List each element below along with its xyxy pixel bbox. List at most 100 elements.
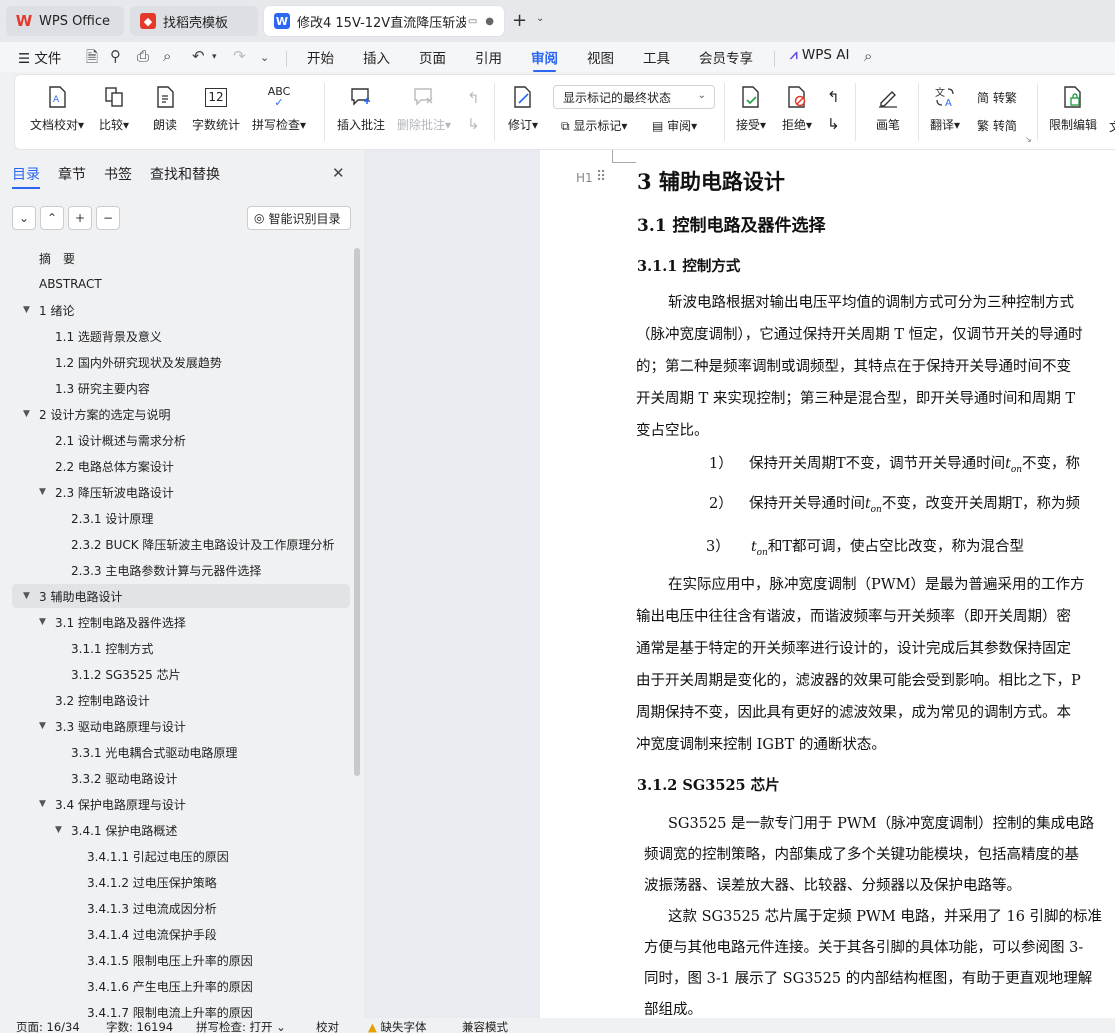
translate-button[interactable]: 文A 翻译▾	[930, 83, 960, 133]
toc-item[interactable]: 摘 要	[12, 246, 350, 270]
tab-toc[interactable]: 目录	[12, 164, 40, 189]
toc-item[interactable]: 2.1 设计概述与需求分析	[12, 428, 350, 452]
toc-item[interactable]: 1.3 研究主要内容	[12, 376, 350, 400]
page-indicator[interactable]: 页面: 16/34	[16, 1019, 80, 1033]
review-pane-button[interactable]: ▤ 审阅▾	[652, 117, 697, 134]
menu-view[interactable]: 视图	[587, 47, 614, 67]
expand-triangle-icon[interactable]: ▼	[23, 591, 30, 601]
toc-item[interactable]: ▼ 2 设计方案的选定与说明	[12, 402, 350, 426]
print-icon[interactable]: ⎙	[137, 47, 149, 65]
compare-button[interactable]: 比较▾	[99, 83, 129, 133]
pen-button[interactable]: 画笔	[874, 83, 902, 133]
toc-item[interactable]: 1.1 选题背景及意义	[12, 324, 350, 348]
toc-item[interactable]: 2.3.3 主电路参数计算与元器件选择	[12, 558, 350, 582]
toc-item[interactable]: ▼ 3.3 驱动电路原理与设计	[12, 714, 350, 738]
toc-item[interactable]: 3.4.1.2 过电压保护策略	[12, 870, 350, 894]
spell-check-status[interactable]: 拼写检查: 打开 ⌄	[196, 1019, 286, 1033]
smart-toc-button[interactable]: ◎ 智能识别目录	[247, 206, 351, 230]
word-count-indicator[interactable]: 字数: 16194	[106, 1019, 173, 1033]
expand-triangle-icon[interactable]: ▼	[39, 721, 46, 731]
chevron-down-icon[interactable]: ⌄	[536, 13, 544, 24]
insert-comment-button[interactable]: 插入批注	[337, 83, 385, 133]
prev-comment-icon[interactable]: ↰	[467, 89, 480, 107]
menu-home[interactable]: 开始	[307, 47, 334, 67]
expand-button[interactable]: ⌃	[40, 206, 64, 230]
toc-item[interactable]: 2.3.1 设计原理	[12, 506, 350, 530]
toc-item[interactable]: ▼ 3.1 控制电路及器件选择	[12, 610, 350, 634]
tab-current-document[interactable]: W 修改4 15V-12V直流降压斩波E ▭ ●	[264, 6, 504, 36]
toc-item[interactable]: 3.4.1.3 过电流成因分析	[12, 896, 350, 920]
menu-file[interactable]: ☰ 文件	[18, 47, 61, 67]
wps-ai-button[interactable]: ⩘ WPS AI	[790, 47, 850, 63]
tab-chapters[interactable]: 章节	[58, 164, 86, 184]
toc-item[interactable]: ▼ 3.4.1 保护电路概述	[12, 818, 350, 842]
missing-font-status[interactable]: ▲ 缺失字体	[368, 1019, 427, 1033]
toc-item[interactable]: ▼ 3 辅助电路设计	[12, 584, 350, 608]
tab-wps-office[interactable]: W WPS Office	[6, 6, 124, 36]
search-icon[interactable]: ⌕	[864, 47, 872, 65]
toc-item[interactable]: 3.1.1 控制方式	[12, 636, 350, 660]
toc-item[interactable]: 3.3.1 光电耦合式驱动电路原理	[12, 740, 350, 764]
toc-item[interactable]: ▼ 3.4 保护电路原理与设计	[12, 792, 350, 816]
doc-check-button[interactable]: A 文档校对▾	[30, 83, 84, 133]
dialog-launcher-icon[interactable]: ↘	[1025, 135, 1032, 144]
toc-item[interactable]: 3.1.2 SG3525 芯片	[12, 662, 350, 686]
toc-item[interactable]: ▼ 1 绪论	[12, 298, 350, 322]
tab-bookmarks[interactable]: 书签	[104, 164, 132, 184]
toc-item[interactable]: 3.4.1.5 限制电压上升率的原因	[12, 948, 350, 972]
menu-tools[interactable]: 工具	[643, 47, 670, 67]
expand-triangle-icon[interactable]: ▼	[55, 825, 62, 835]
prev-change-icon[interactable]: ↰	[827, 88, 840, 106]
close-icon[interactable]: ✕	[332, 164, 345, 182]
toc-item[interactable]: 2.3.2 BUCK 降压斩波主电路设计及工作原理分析	[12, 532, 350, 556]
more-quick-icon[interactable]: ⌄	[260, 51, 269, 64]
document-page[interactable]: H1 ⠿ 3 辅助电路设计 3.1 控制电路及器件选择 3.1.1 控制方式 斩…	[540, 150, 1115, 1018]
expand-triangle-icon[interactable]: ▼	[23, 409, 30, 419]
expand-triangle-icon[interactable]: ▼	[39, 617, 46, 627]
undo-dropdown-icon[interactable]: ▾	[212, 52, 217, 62]
save-icon[interactable]: 🗎	[86, 47, 98, 72]
reject-button[interactable]: 拒绝▾	[782, 83, 812, 133]
toc-scrollbar[interactable]	[354, 248, 360, 776]
remove-level-button[interactable]: −	[96, 206, 120, 230]
word-count-button[interactable]: 12 字数统计	[192, 83, 240, 133]
share-icon[interactable]: ⚲	[110, 47, 121, 65]
undo-icon[interactable]: ↶	[192, 47, 205, 65]
ribbon-overflow-label[interactable]: 文	[1109, 118, 1115, 135]
to-simplified-button[interactable]: 繁 转简	[977, 117, 1017, 134]
expand-triangle-icon[interactable]: ▼	[23, 305, 30, 315]
accept-button[interactable]: 接受▾	[736, 83, 766, 133]
next-comment-icon[interactable]: ↳	[467, 115, 480, 133]
menu-references[interactable]: 引用	[475, 47, 502, 67]
tab-docer-templates[interactable]: ◆ 找稻壳模板	[130, 6, 258, 36]
menu-insert[interactable]: 插入	[363, 47, 390, 67]
toc-item[interactable]: ▼ 2.3 降压斩波电路设计	[12, 480, 350, 504]
tab-find-replace[interactable]: 查找和替换	[150, 164, 220, 184]
toc-item[interactable]: 1.2 国内外研究现状及发展趋势	[12, 350, 350, 374]
track-changes-button[interactable]: 修订▾	[508, 83, 538, 133]
toc-item[interactable]: 2.2 电路总体方案设计	[12, 454, 350, 478]
read-aloud-button[interactable]: 朗读	[151, 83, 179, 133]
next-change-icon[interactable]: ↳	[827, 115, 840, 133]
proofread-status[interactable]: 校对	[316, 1019, 339, 1033]
delete-comment-button[interactable]: 删除批注▾	[397, 83, 451, 133]
print-preview-icon[interactable]: ⌕	[163, 47, 171, 65]
dot-icon[interactable]: ●	[485, 16, 494, 27]
menu-review[interactable]: 审阅	[531, 47, 558, 72]
display-mode-select[interactable]: 显示标记的最终状态 ⌄	[553, 85, 715, 109]
show-markup-button[interactable]: ⧉ 显示标记▾	[561, 117, 627, 134]
toc-item[interactable]: 3.4.1.4 过电流保护手段	[12, 922, 350, 946]
to-traditional-button[interactable]: 简 转繁	[977, 89, 1017, 106]
toc-item[interactable]: 3.3.2 驱动电路设计	[12, 766, 350, 790]
toc-item[interactable]: 3.4.1.1 引起过电压的原因	[12, 844, 350, 868]
menu-membership[interactable]: 会员专享	[699, 47, 753, 67]
menu-page[interactable]: 页面	[419, 47, 446, 67]
toc-item[interactable]: 3.2 控制电路设计	[12, 688, 350, 712]
spell-check-button[interactable]: ABC ✓ 拼写检查▾	[252, 83, 306, 133]
expand-triangle-icon[interactable]: ▼	[39, 487, 46, 497]
add-level-button[interactable]: +	[68, 206, 92, 230]
toc-item[interactable]: 3.4.1.6 产生电压上升率的原因	[12, 974, 350, 998]
expand-triangle-icon[interactable]: ▼	[39, 799, 46, 809]
redo-icon[interactable]: ↷	[233, 47, 246, 65]
toc-item[interactable]: ABSTRACT	[12, 272, 350, 296]
